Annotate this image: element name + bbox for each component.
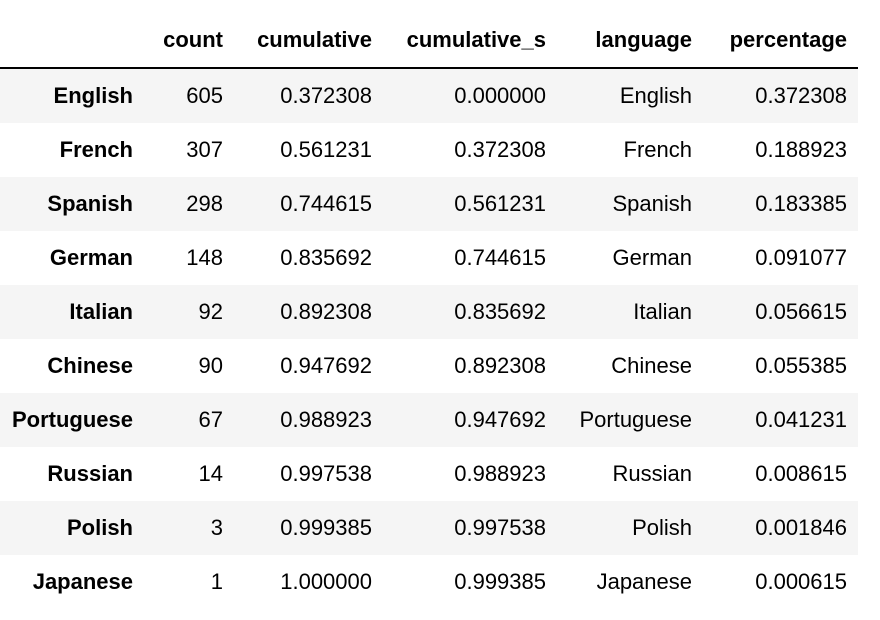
table-row: French 307 0.561231 0.372308 French 0.188923 — [0, 123, 858, 177]
table-cell-cumulative: 0.561231 — [280, 137, 372, 162]
table-cell-cumulative_s: 0.947692 — [454, 407, 546, 432]
table-cell-count: 148 — [186, 245, 223, 270]
table-row: Russian 14 0.997538 0.988923 Russian 0.008615 — [0, 447, 858, 501]
table-cell-cumulative_s: 0.000000 — [454, 83, 546, 108]
column-header: count — [144, 0, 234, 69]
table-cell-percentage: 0.188923 — [755, 137, 847, 162]
row-index: Portuguese — [11, 407, 133, 432]
row-index: English — [53, 83, 133, 108]
table-cell-language: French — [623, 137, 692, 162]
table-cell-cumulative: 0.988923 — [280, 407, 372, 432]
row-index: German — [49, 245, 133, 270]
row-index: Polish — [66, 515, 133, 540]
index-header — [0, 0, 144, 69]
table-row: Chinese 90 0.947692 0.892308 Chinese 0.055385 — [0, 339, 858, 393]
table-cell-percentage: 0.055385 — [755, 353, 847, 378]
table-row: Polish 3 0.999385 0.997538 Polish 0.001846 — [0, 501, 858, 555]
table-cell-language: Spanish — [612, 191, 692, 216]
table-cell-cumulative_s: 0.835692 — [454, 299, 546, 324]
table-cell-language: Chinese — [611, 353, 692, 378]
table-cell-percentage: 0.056615 — [755, 299, 847, 324]
row-index: Russian — [47, 461, 133, 486]
table-cell-cumulative_s: 0.892308 — [454, 353, 546, 378]
column-header: cumulative — [234, 0, 383, 69]
table-cell-cumulative_s: 0.372308 — [454, 137, 546, 162]
table-cell-count: 67 — [198, 407, 223, 432]
table-cell-language: Russian — [612, 461, 692, 486]
table-cell-percentage: 0.372308 — [755, 83, 847, 108]
table-row: Italian 92 0.892308 0.835692 Italian 0.056615 — [0, 285, 858, 339]
table-row: German 148 0.835692 0.744615 German 0.091077 — [0, 231, 858, 285]
table-cell-count: 307 — [186, 137, 223, 162]
table-cell-percentage: 0.091077 — [755, 245, 847, 270]
row-index: Italian — [69, 299, 133, 324]
table-cell-cumulative: 0.997538 — [280, 461, 372, 486]
table-cell-cumulative: 0.999385 — [280, 515, 372, 540]
table-cell-cumulative_s: 0.997538 — [454, 515, 546, 540]
table-cell-cumulative_s: 0.561231 — [454, 191, 546, 216]
table-cell-language: Portuguese — [579, 407, 692, 432]
table-row: English 605 0.372308 0.000000 English 0.37230… — [0, 68, 858, 123]
table-cell-language: Italian — [633, 299, 692, 324]
table-cell-count: 92 — [198, 299, 223, 324]
table-cell-language: English — [619, 83, 692, 108]
table-cell-cumulative_s: 0.999385 — [454, 569, 546, 594]
table-cell-language: German — [612, 245, 692, 270]
table-cell-count: 3 — [210, 515, 223, 540]
table-cell-count: 14 — [198, 461, 223, 486]
table-cell-percentage: 0.000615 — [755, 569, 847, 594]
table-cell-cumulative_s: 0.988923 — [454, 461, 546, 486]
table-cell-language: Japanese — [596, 569, 692, 594]
header-row: count cumulative cumulative_s language p… — [0, 0, 858, 69]
table-row: Japanese 1 1.000000 0.999385 Japanese 0.00061… — [0, 555, 858, 609]
table-row: Spanish 298 0.744615 0.561231 Spanish 0.18338… — [0, 177, 858, 231]
table-cell-count: 298 — [186, 191, 223, 216]
table-cell-percentage: 0.183385 — [755, 191, 847, 216]
table-cell-cumulative_s: 0.744615 — [454, 245, 546, 270]
table-cell-cumulative: 0.744615 — [280, 191, 372, 216]
table-cell-cumulative: 0.947692 — [280, 353, 372, 378]
table-cell-percentage: 0.001846 — [755, 515, 847, 540]
table-cell-percentage: 0.008615 — [755, 461, 847, 486]
row-index: Chinese — [47, 353, 133, 378]
table-cell-language: Polish — [632, 515, 692, 540]
table-cell-count: 90 — [198, 353, 223, 378]
table-row: Portuguese 67 0.988923 0.947692 Portuguese 0.… — [0, 393, 858, 447]
table-cell-percentage: 0.041231 — [755, 407, 847, 432]
column-header: percentage — [703, 0, 858, 69]
table-cell-cumulative: 0.835692 — [280, 245, 372, 270]
table-cell-cumulative: 0.372308 — [280, 83, 372, 108]
row-index: Japanese — [32, 569, 133, 594]
table-cell-count: 1 — [210, 569, 223, 594]
table-cell-count: 605 — [186, 83, 223, 108]
row-index: Spanish — [47, 191, 133, 216]
dataframe-table: count cumulative cumulative_s language p… — [0, 0, 858, 609]
column-header: cumulative_s — [383, 0, 557, 69]
table-cell-cumulative: 0.892308 — [280, 299, 372, 324]
column-header: language — [557, 0, 703, 69]
row-index: French — [59, 137, 133, 162]
table-cell-cumulative: 1.000000 — [280, 569, 372, 594]
